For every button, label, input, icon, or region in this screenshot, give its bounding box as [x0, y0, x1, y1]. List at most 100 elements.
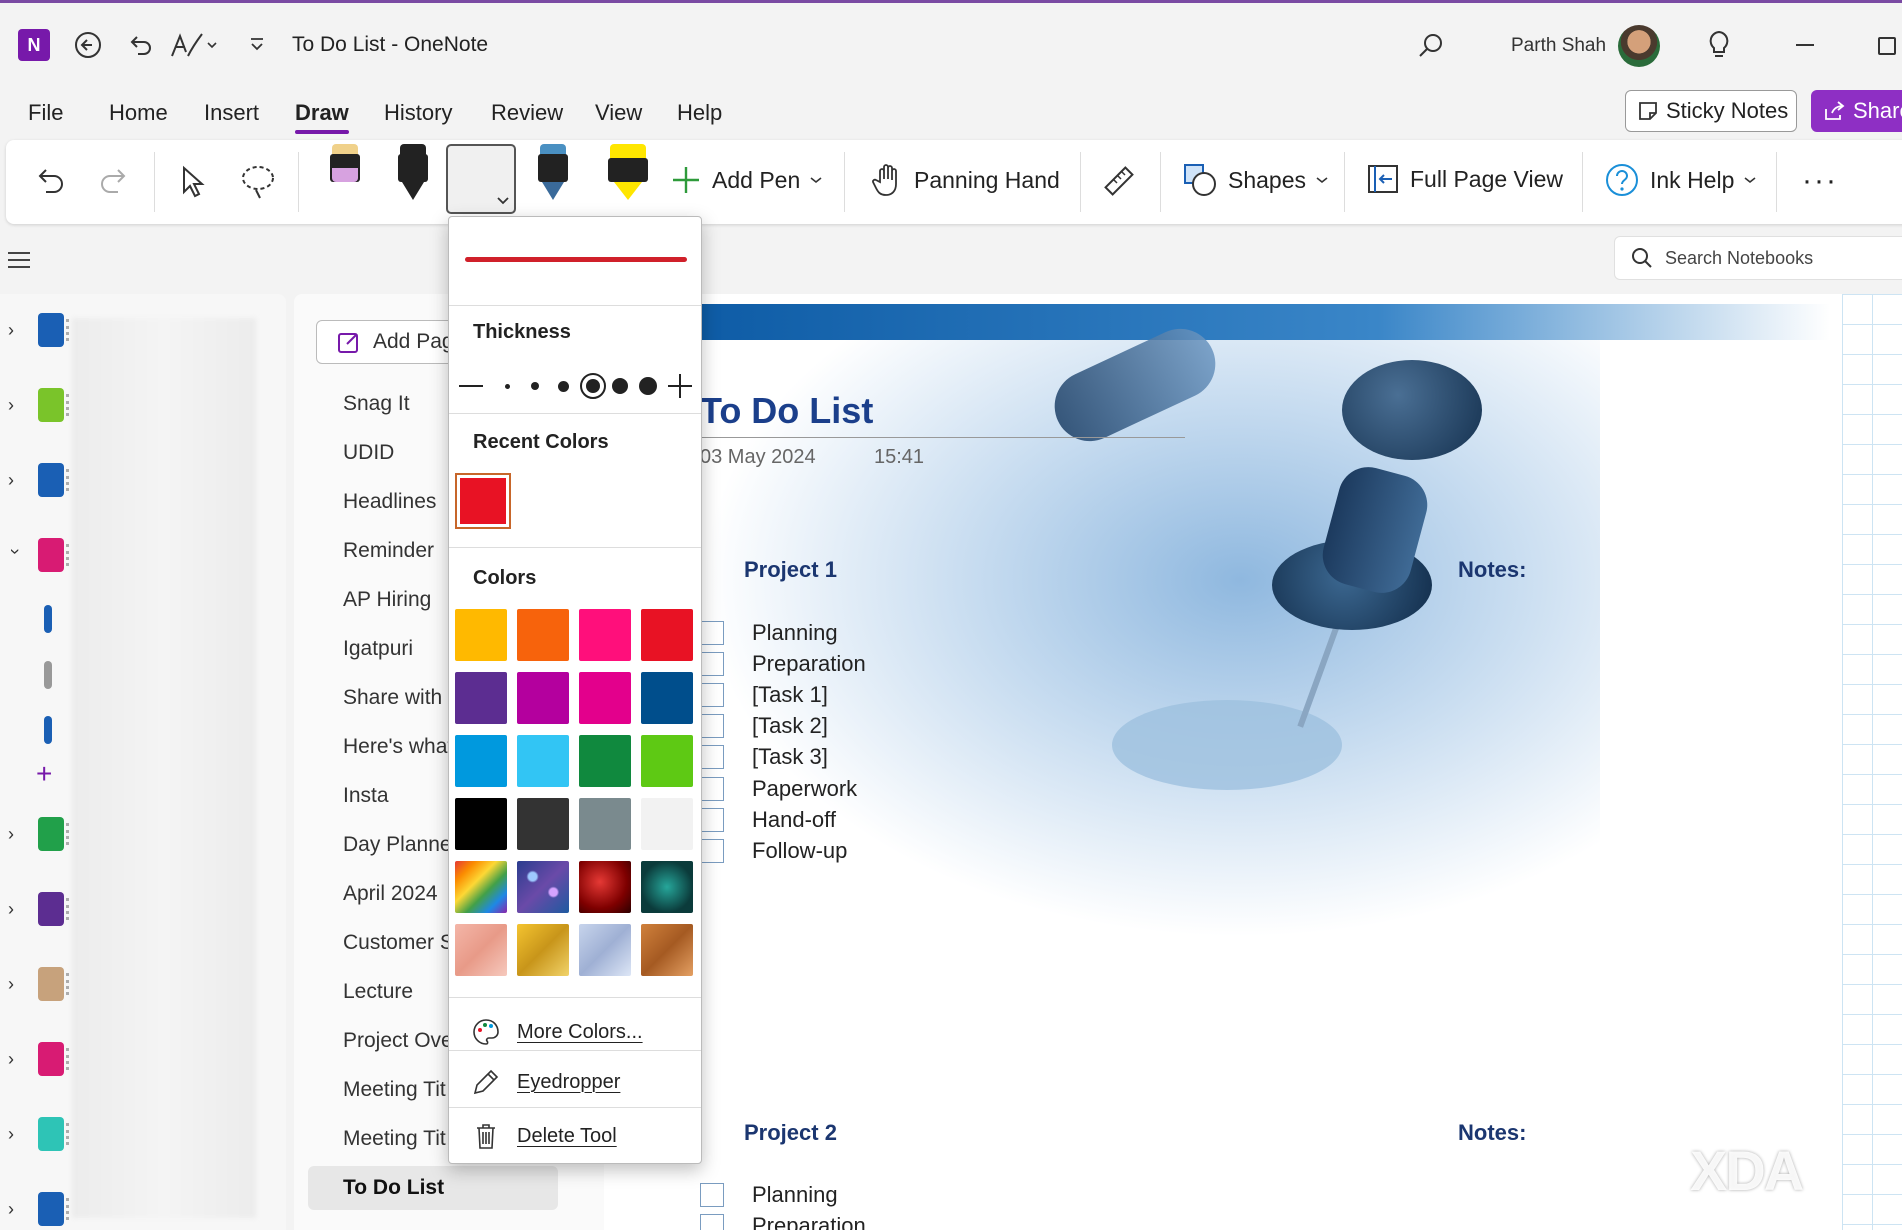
delete-tool-button[interactable]: Delete Tool: [471, 1121, 617, 1151]
pen-lilac-icon[interactable]: [328, 144, 362, 200]
ribbon-undo-icon[interactable]: [32, 162, 66, 198]
add-pen-button[interactable]: Add Pen: [670, 164, 822, 196]
notebook-item[interactable]: ›: [8, 1179, 78, 1230]
checkbox[interactable]: [700, 808, 724, 832]
texture-rose-gold[interactable]: [455, 924, 507, 976]
color-gray[interactable]: [579, 798, 631, 850]
checkbox[interactable]: [700, 652, 724, 676]
color-black[interactable]: [455, 798, 507, 850]
color-white[interactable]: [641, 798, 693, 850]
texture-bronze[interactable]: [641, 924, 693, 976]
more-options-icon[interactable]: ···: [1802, 164, 1838, 198]
thickness-option-selected[interactable]: [579, 371, 607, 401]
selected-pen-indicator[interactable]: [446, 144, 516, 214]
color-blue[interactable]: [455, 735, 507, 787]
page-item[interactable]: Here's what: [343, 735, 448, 759]
tab-review[interactable]: Review: [491, 100, 563, 126]
add-section-icon[interactable]: +: [36, 758, 52, 790]
page-item-current[interactable]: To Do List: [343, 1176, 448, 1200]
highlighter-yellow-icon[interactable]: [604, 144, 652, 200]
section-tab[interactable]: [44, 716, 52, 744]
page-item[interactable]: Lecture: [343, 980, 448, 1004]
customize-quick-access-icon[interactable]: [244, 31, 270, 59]
maximize-button[interactable]: [1876, 35, 1898, 57]
color-light-blue[interactable]: [517, 735, 569, 787]
tab-history[interactable]: History: [384, 100, 452, 126]
task-item[interactable]: Follow-up: [700, 838, 847, 864]
avatar[interactable]: [1618, 25, 1660, 67]
search-icon[interactable]: [1414, 29, 1448, 63]
page-item[interactable]: Day Planner: [343, 833, 448, 857]
select-objects-icon[interactable]: [178, 164, 208, 200]
task-item[interactable]: [Task 2]: [700, 713, 828, 739]
thickness-option[interactable]: [553, 371, 573, 401]
color-dark-gray[interactable]: [517, 798, 569, 850]
back-icon[interactable]: [70, 27, 106, 63]
share-button[interactable]: Share: [1811, 90, 1902, 132]
pen-black-icon[interactable]: [396, 144, 430, 200]
thickness-option[interactable]: [635, 371, 661, 401]
notebook-item[interactable]: ›: [8, 1029, 78, 1089]
color-green[interactable]: [579, 735, 631, 787]
checkbox[interactable]: [700, 714, 724, 738]
tab-file[interactable]: File: [28, 100, 63, 126]
task-item[interactable]: Preparation: [700, 1213, 866, 1230]
thickness-increase-button[interactable]: [665, 371, 695, 401]
notebook-item[interactable]: ›: [8, 879, 78, 939]
full-page-view-button[interactable]: Full Page View: [1366, 162, 1563, 196]
color-dark-blue[interactable]: [641, 672, 693, 724]
texture-rainbow[interactable]: [455, 861, 507, 913]
page-item[interactable]: Customer S: [343, 931, 448, 955]
ink-help-button[interactable]: Ink Help: [1604, 162, 1756, 198]
tab-insert[interactable]: Insert: [204, 100, 259, 126]
notebook-item[interactable]: ›: [8, 1104, 78, 1164]
checkbox[interactable]: [700, 839, 724, 863]
undo-icon[interactable]: [122, 27, 158, 63]
pen-galaxy-icon[interactable]: [536, 144, 570, 200]
color-raspberry[interactable]: [579, 672, 631, 724]
page-item[interactable]: Headlines: [343, 490, 448, 514]
minimize-button[interactable]: [1794, 43, 1816, 47]
notebook-item-expanded[interactable]: ›: [6, 525, 78, 585]
notebook-item[interactable]: ›: [8, 804, 78, 864]
panning-hand-button[interactable]: Panning Hand: [872, 162, 1060, 198]
thickness-option[interactable]: [525, 371, 545, 401]
page-item[interactable]: April 2024: [343, 882, 448, 906]
lasso-select-icon[interactable]: [238, 162, 278, 202]
ribbon-redo-icon[interactable]: [98, 162, 132, 198]
notebook-item[interactable]: ›: [8, 300, 78, 360]
notes-heading[interactable]: Notes:: [1458, 1120, 1526, 1146]
color-red[interactable]: [641, 609, 693, 661]
more-colors-button[interactable]: More Colors...: [471, 1017, 643, 1047]
task-item[interactable]: Hand-off: [700, 807, 836, 833]
notebook-item[interactable]: ›: [8, 450, 78, 510]
lightbulb-icon[interactable]: [1702, 27, 1736, 63]
checkbox[interactable]: [700, 683, 724, 707]
page-item[interactable]: Igatpuri: [343, 637, 448, 661]
project-1-heading[interactable]: Project 1: [744, 557, 837, 583]
task-item[interactable]: Planning: [700, 620, 838, 646]
search-notebooks-input[interactable]: Search Notebooks: [1614, 236, 1902, 280]
checkbox[interactable]: [700, 745, 724, 769]
texture-lava[interactable]: [579, 861, 631, 913]
texture-ocean[interactable]: [641, 861, 693, 913]
page-item[interactable]: Project Ove: [343, 1029, 448, 1053]
tab-view[interactable]: View: [595, 100, 642, 126]
task-item[interactable]: Paperwork: [700, 776, 857, 802]
checkbox[interactable]: [700, 621, 724, 645]
checkbox[interactable]: [700, 1183, 724, 1207]
thickness-decrease-button[interactable]: [457, 371, 485, 401]
task-item[interactable]: Planning: [700, 1182, 838, 1208]
color-orange[interactable]: [517, 609, 569, 661]
page-item[interactable]: Share with: [343, 686, 448, 710]
sticky-notes-button[interactable]: Sticky Notes: [1625, 90, 1797, 132]
recent-color-red[interactable]: [455, 473, 511, 529]
task-item[interactable]: [Task 3]: [700, 744, 828, 770]
texture-silver[interactable]: [579, 924, 631, 976]
thickness-option[interactable]: [609, 371, 631, 401]
texture-galaxy[interactable]: [517, 861, 569, 913]
page-item[interactable]: Meeting Tit: [343, 1127, 448, 1151]
task-item[interactable]: Preparation: [700, 651, 866, 677]
shapes-button[interactable]: Shapes: [1182, 162, 1328, 198]
handwriting-pen-icon[interactable]: [168, 27, 218, 63]
